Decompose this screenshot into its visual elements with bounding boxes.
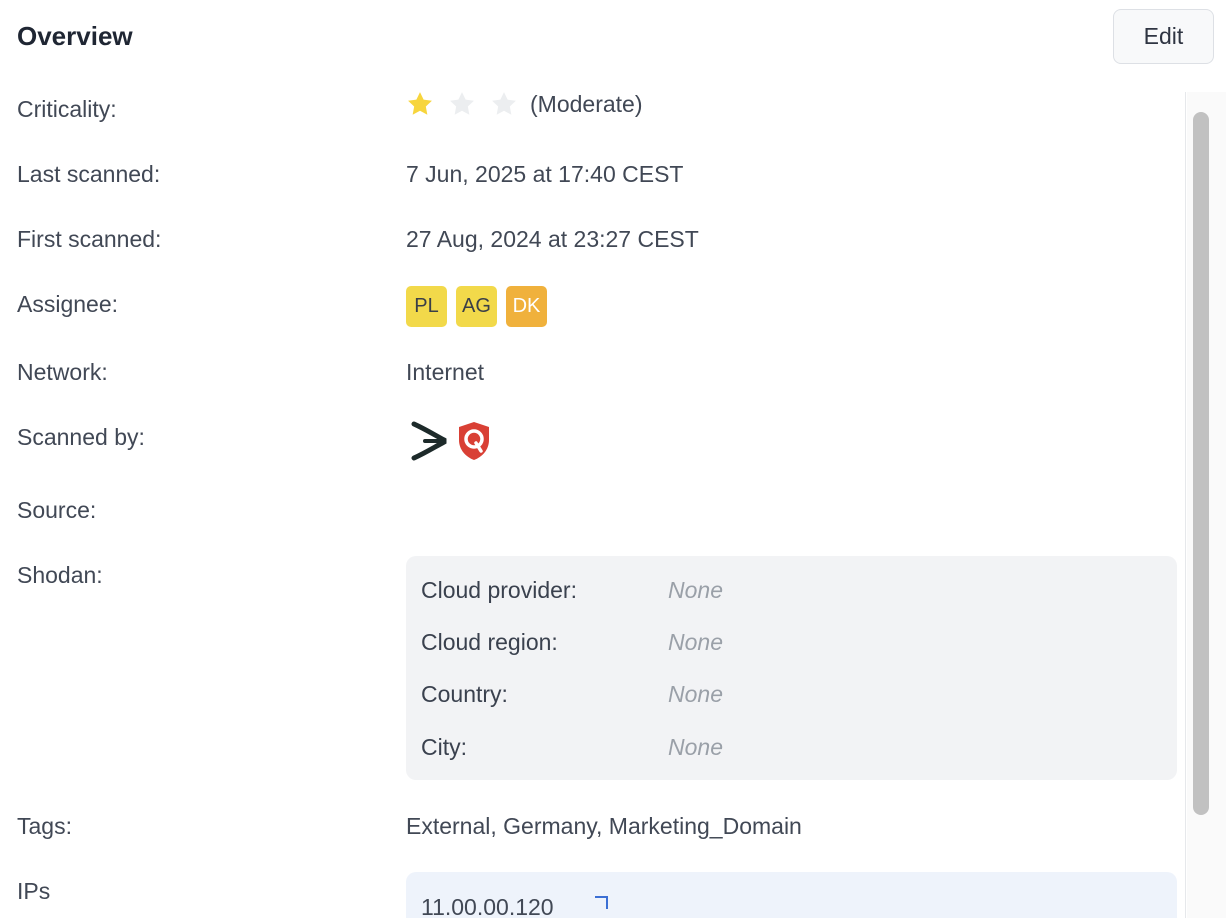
star-filled-icon[interactable] xyxy=(406,90,434,118)
network-label: Network: xyxy=(17,359,108,385)
assignee-list: PL AG DK xyxy=(406,286,556,327)
cloud-provider-value: None xyxy=(668,577,723,603)
star-empty-icon[interactable] xyxy=(490,90,518,118)
tags-value: External, Germany, Marketing_Domain xyxy=(406,813,802,839)
source-label: Source: xyxy=(17,497,97,523)
city-value: None xyxy=(668,734,723,760)
city-label: City: xyxy=(421,734,467,760)
scrollbar-thumb[interactable] xyxy=(1193,112,1209,815)
ips-label: IPs xyxy=(17,878,51,904)
scanner-list xyxy=(411,420,492,462)
overview-panel: Overview Edit Criticality: (Moderate) La… xyxy=(0,0,1226,918)
last-scanned-label: Last scanned: xyxy=(17,161,161,187)
country-value: None xyxy=(668,681,723,707)
avatar[interactable]: DK xyxy=(506,286,547,327)
network-value: Internet xyxy=(406,359,484,385)
edit-button[interactable]: Edit xyxy=(1113,9,1214,64)
qualys-logo-icon xyxy=(459,422,489,460)
panel-divider xyxy=(1185,92,1186,918)
cloud-region-label: Cloud region: xyxy=(421,629,558,655)
shodan-details: Cloud provider: None Cloud region: None … xyxy=(406,556,1177,780)
ip-address-link[interactable]: 11.00.00.120 xyxy=(421,894,554,918)
first-scanned-label: First scanned: xyxy=(17,226,162,252)
last-scanned-value: 7 Jun, 2025 at 17:40 CEST xyxy=(406,161,684,187)
shodan-label: Shodan: xyxy=(17,562,103,588)
country-label: Country: xyxy=(421,681,508,707)
criticality-text: (Moderate) xyxy=(530,90,643,117)
tags-label: Tags: xyxy=(17,813,72,839)
first-scanned-value: 27 Aug, 2024 at 23:27 CEST xyxy=(406,226,699,252)
scanned-by-label: Scanned by: xyxy=(17,424,145,450)
cloud-provider-label: Cloud provider: xyxy=(421,577,577,603)
star-empty-icon[interactable] xyxy=(448,90,476,118)
criticality-rating[interactable]: (Moderate) xyxy=(406,90,642,118)
page-title: Overview xyxy=(17,21,133,51)
external-link-icon[interactable] xyxy=(592,894,610,912)
cloud-region-value: None xyxy=(668,629,723,655)
criticality-label: Criticality: xyxy=(17,96,117,122)
avatar[interactable]: AG xyxy=(456,286,497,327)
assignee-label: Assignee: xyxy=(17,291,119,317)
ips-list: 11.00.00.120 xyxy=(406,872,1177,918)
avatar[interactable]: PL xyxy=(406,286,447,327)
scanner-chevron-logo-icon xyxy=(411,421,447,461)
